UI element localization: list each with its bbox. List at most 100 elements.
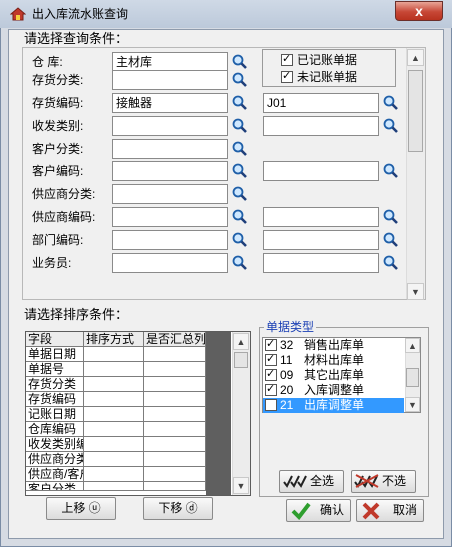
doc-type-checkbox[interactable]: ✓ — [265, 398, 277, 411]
scroll-down-button[interactable]: ▼ — [407, 283, 424, 300]
customer-category-search-button[interactable] — [231, 140, 248, 157]
grid-scroll-thumb[interactable] — [234, 352, 248, 368]
inventory-code-search-button[interactable] — [231, 94, 248, 111]
column-header: 排序方式 — [84, 332, 144, 347]
grid-scroll-down-button[interactable]: ▼ — [233, 477, 249, 494]
inventory-category-search-button[interactable] — [231, 71, 248, 88]
sort-summary-cell[interactable] — [144, 452, 206, 467]
warehouse-field[interactable]: 主材库 — [112, 52, 228, 72]
salesperson-search-button[interactable] — [231, 254, 248, 271]
sort-summary-cell[interactable] — [144, 407, 206, 422]
sort-summary-cell[interactable] — [144, 362, 206, 377]
checkmark-icon: ✓ — [266, 383, 276, 395]
sort-summary-cell[interactable] — [144, 437, 206, 452]
sort-field-cell[interactable]: 收发类别编码 — [26, 437, 84, 452]
department-code-field[interactable] — [112, 230, 228, 250]
doc-type-name: 材料出库单 — [304, 353, 365, 367]
sort-summary-cell[interactable] — [144, 482, 206, 491]
search-icon — [232, 141, 247, 156]
sort-order-cell[interactable] — [84, 392, 144, 407]
list-scroll-down-button[interactable]: ▼ — [405, 397, 420, 412]
search-icon — [383, 232, 398, 247]
salesperson-field[interactable] — [112, 253, 228, 273]
sort-field-cell[interactable]: 单据号 — [26, 362, 84, 377]
arrow-down-icon: ▼ — [236, 481, 246, 491]
supplier-code-to-search-button[interactable] — [382, 208, 399, 225]
list-scroll-up-button[interactable]: ▲ — [405, 338, 420, 353]
search-icon — [383, 209, 398, 224]
sort-field-cell[interactable]: 客户分类 — [26, 482, 84, 491]
sort-order-cell[interactable] — [84, 347, 144, 362]
scroll-up-button[interactable]: ▲ — [407, 49, 424, 66]
salesperson-label: 业务员: — [32, 256, 72, 270]
sort-order-cell[interactable] — [84, 437, 144, 452]
inventory-code-to-search-button[interactable] — [382, 94, 399, 111]
sort-order-cell[interactable] — [84, 407, 144, 422]
sort-summary-cell[interactable] — [144, 347, 206, 362]
department-code-to-search-button[interactable] — [382, 231, 399, 248]
sort-field-cell[interactable]: 存货分类 — [26, 377, 84, 392]
customer-category-field[interactable] — [112, 139, 228, 159]
sort-field-cell[interactable]: 存货编码 — [26, 392, 84, 407]
doc-type-checkbox[interactable]: ✓ — [265, 383, 277, 396]
move-down-button[interactable]: 下移 ⓓ — [143, 497, 213, 520]
department-code-search-button[interactable] — [231, 231, 248, 248]
supplier-code-to-field[interactable] — [263, 207, 379, 227]
sort-field-cell[interactable]: 仓库编码 — [26, 422, 84, 437]
customer-code-to-field[interactable] — [263, 161, 379, 181]
customer-code-field[interactable] — [112, 161, 228, 181]
doc-type-item[interactable]: ✓ 20 入库调整单 — [263, 383, 404, 398]
sort-order-cell[interactable] — [84, 362, 144, 377]
sort-order-cell[interactable] — [84, 482, 144, 491]
doc-type-checkbox[interactable]: ✓ — [265, 338, 277, 351]
doc-type-checkbox[interactable]: ✓ — [265, 353, 277, 366]
receive-dispatch-type-label: 收发类别: — [32, 119, 84, 133]
doc-type-item[interactable]: ✓ 32 销售出库单 — [263, 338, 404, 353]
move-up-button[interactable]: 上移 ⓤ — [46, 497, 116, 520]
sort-order-cell[interactable] — [84, 422, 144, 437]
doc-type-item[interactable]: ✓ 09 其它出库单 — [263, 368, 404, 383]
sort-field-cell[interactable]: 记账日期 — [26, 407, 84, 422]
search-icon — [383, 163, 398, 178]
supplier-category-search-button[interactable] — [231, 185, 248, 202]
customer-code-to-search-button[interactable] — [382, 162, 399, 179]
grid-scroll-up-button[interactable]: ▲ — [233, 333, 249, 350]
sort-field-cell[interactable]: 供应商/客户 — [26, 467, 84, 482]
salesperson-to-field[interactable] — [263, 253, 379, 273]
inventory-code-field[interactable]: 接触器 — [112, 93, 228, 113]
sort-order-cell[interactable] — [84, 467, 144, 482]
sort-grid-empty-area — [206, 332, 231, 495]
sort-order-cell[interactable] — [84, 452, 144, 467]
sort-field-cell[interactable]: 单据日期 — [26, 347, 84, 362]
sort-summary-cell[interactable] — [144, 392, 206, 407]
close-button[interactable]: x — [395, 1, 443, 21]
sort-summary-cell[interactable] — [144, 377, 206, 392]
inventory-code-to-field[interactable]: J01 — [263, 93, 379, 113]
customer-code-search-button[interactable] — [231, 162, 248, 179]
doc-type-code: 11 — [280, 353, 293, 367]
receive-dispatch-type-to-field[interactable] — [263, 116, 379, 136]
query-scroll-thumb[interactable] — [408, 70, 423, 152]
doc-type-code: 20 — [280, 383, 294, 397]
supplier-category-field[interactable] — [112, 184, 228, 204]
doc-type-checkbox[interactable]: ✓ — [265, 368, 277, 381]
sort-field-cell[interactable]: 供应商分类 — [26, 452, 84, 467]
list-scroll-thumb[interactable] — [406, 368, 419, 387]
receive-dispatch-type-field[interactable] — [112, 116, 228, 136]
inventory-category-label: 存货分类: — [32, 73, 84, 87]
inventory-category-field[interactable] — [112, 70, 228, 90]
supplier-code-search-button[interactable] — [231, 208, 248, 225]
supplier-code-field[interactable] — [112, 207, 228, 227]
sort-order-cell[interactable] — [84, 377, 144, 392]
warehouse-search-button[interactable] — [231, 53, 248, 70]
doc-type-item[interactable]: ✓ 11 材料出库单 — [263, 353, 404, 368]
department-code-to-field[interactable] — [263, 230, 379, 250]
unposted-docs-checkbox[interactable]: ✓ — [281, 70, 293, 83]
receive-dispatch-type-search-button[interactable] — [231, 117, 248, 134]
salesperson-to-search-button[interactable] — [382, 254, 399, 271]
doc-type-item[interactable]: ✓ 21 出库调整单 — [263, 398, 404, 413]
posted-docs-checkbox[interactable]: ✓ — [281, 53, 293, 66]
sort-summary-cell[interactable] — [144, 467, 206, 482]
sort-summary-cell[interactable] — [144, 422, 206, 437]
receive-dispatch-type-to-search-button[interactable] — [382, 117, 399, 134]
